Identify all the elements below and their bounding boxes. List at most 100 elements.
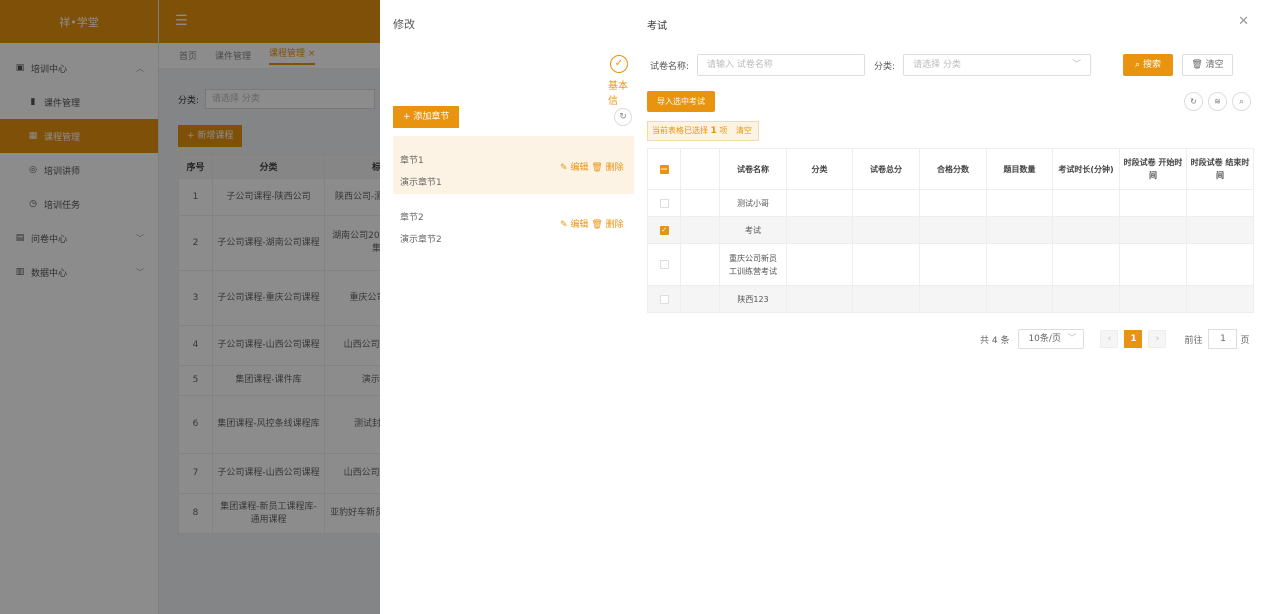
selection-clear-link[interactable]: 清空 bbox=[736, 126, 752, 135]
paper-name-input[interactable]: 请输入 试卷名称 bbox=[697, 54, 866, 76]
refresh-icon[interactable]: ↻ bbox=[1184, 92, 1203, 111]
chapter-delete-button[interactable]: 删除 bbox=[606, 220, 624, 230]
row-checkbox[interactable] bbox=[659, 260, 669, 269]
paper-name-cell: 重庆公司新员工训练营考试 bbox=[719, 243, 787, 286]
close-icon[interactable]: ✕ bbox=[1238, 14, 1249, 29]
category-placeholder: 请选择 分类 bbox=[913, 60, 961, 70]
total-count: 共 4 条 bbox=[980, 335, 1010, 346]
edit-icon: ✎ bbox=[560, 220, 568, 230]
cell bbox=[986, 216, 1053, 244]
table-row[interactable]: 陕西123 bbox=[647, 285, 1254, 313]
column-header: 试卷名称 bbox=[719, 148, 787, 190]
table-row[interactable]: ✓ 考试 bbox=[647, 216, 1254, 244]
table-row[interactable]: 重庆公司新员工训练营考试 bbox=[647, 243, 1254, 286]
search-icon[interactable]: ⌕ bbox=[1232, 92, 1251, 111]
page-number-current[interactable]: 1 bbox=[1124, 330, 1143, 348]
import-selected-button[interactable]: 导入选中考试 bbox=[647, 91, 715, 112]
pagination: 共 4 条 10条/页 ﹀ ‹ 1 › 前往 1 页 bbox=[980, 329, 1249, 349]
add-chapter-button[interactable]: + 添加章节 bbox=[393, 106, 460, 128]
cell bbox=[1186, 189, 1254, 217]
column-header: 分类 bbox=[786, 148, 853, 190]
paper-name-cell: 考试 bbox=[719, 216, 787, 244]
exam-dialog: 考试 ✕ 试卷名称: 请输入 试卷名称 分类: 请选择 分类 ﹀ ⌕ 搜索 🗑 清… bbox=[634, 0, 1267, 614]
cell bbox=[919, 216, 987, 244]
exam-table: — 试卷名称 分类 试卷总分 合格分数 题目数量 考试时长(分钟) 时段试卷 开… bbox=[647, 148, 1254, 313]
cell bbox=[986, 285, 1053, 313]
select-all-checkbox[interactable]: — bbox=[659, 164, 669, 174]
search-button[interactable]: ⌕ 搜索 bbox=[1123, 54, 1173, 76]
selection-prefix: 当前表格已选择 bbox=[652, 126, 708, 135]
clear-button[interactable]: 🗑 清空 bbox=[1182, 54, 1233, 76]
cell bbox=[1119, 243, 1187, 286]
cell bbox=[1052, 285, 1120, 313]
search-form: 试卷名称: 请输入 试卷名称 分类: 请选择 分类 ﹀ bbox=[650, 54, 1092, 76]
cell bbox=[1186, 216, 1254, 244]
cell bbox=[1119, 216, 1187, 244]
columns-icon[interactable]: ≋ bbox=[1208, 92, 1227, 111]
row-checkbox[interactable] bbox=[659, 198, 669, 208]
cell bbox=[919, 243, 987, 286]
edit-icon: ✎ bbox=[560, 163, 568, 173]
cell bbox=[786, 189, 853, 217]
cell bbox=[1119, 189, 1187, 217]
column-header: 题目数量 bbox=[986, 148, 1053, 190]
paper-name-cell: 测试小哥 bbox=[719, 189, 787, 217]
column-header: 合格分数 bbox=[919, 148, 987, 190]
edit-drawer: 修改 ✓ 基本信 + 添加章节 ↻ 章节1 演示章节1 ✎ 编辑 🗑 删除 章节… bbox=[380, 0, 634, 614]
selection-info: 当前表格已选择 1 项 清空 bbox=[647, 121, 759, 141]
chapter-actions: ✎ 编辑 🗑 删除 bbox=[560, 217, 624, 230]
cell bbox=[1186, 243, 1254, 286]
chapter-edit-button[interactable]: 编辑 bbox=[570, 220, 588, 230]
row-checkbox[interactable]: ✓ bbox=[659, 225, 669, 235]
row-select-cell[interactable] bbox=[647, 285, 681, 313]
column-header: 考试时长(分钟) bbox=[1052, 148, 1120, 190]
page-size-select[interactable]: 10条/页 ﹀ bbox=[1018, 329, 1085, 349]
cell bbox=[852, 243, 920, 286]
search-icon: ⌕ bbox=[1135, 60, 1143, 70]
chapter-delete-button[interactable]: 删除 bbox=[606, 163, 624, 173]
page-unit: 页 bbox=[1240, 335, 1250, 346]
category-label: 分类: bbox=[874, 61, 896, 72]
cell bbox=[919, 189, 987, 217]
clear-button-label: 清空 bbox=[1205, 60, 1224, 70]
prev-page-button[interactable]: ‹ bbox=[1100, 330, 1119, 348]
next-page-button[interactable]: › bbox=[1148, 330, 1167, 348]
select-all-cell[interactable]: — bbox=[647, 148, 681, 190]
cell bbox=[986, 243, 1053, 286]
chapter-edit-button[interactable]: 编辑 bbox=[570, 163, 588, 173]
column-header: 时段试卷 开始时间 bbox=[1119, 148, 1187, 190]
selection-count: 1 bbox=[710, 126, 717, 136]
cell bbox=[786, 216, 853, 244]
dialog-title: 考试 bbox=[647, 21, 667, 32]
table-tools: ↻ ≋ ⌕ bbox=[1184, 92, 1251, 111]
column-header bbox=[680, 148, 720, 190]
cell bbox=[680, 285, 720, 313]
step-label: 基本信 bbox=[608, 81, 628, 107]
chapter-desc: 演示章节1 bbox=[400, 178, 442, 188]
page-size-value: 10条/页 bbox=[1028, 334, 1061, 344]
delete-icon: 🗑 bbox=[591, 220, 603, 230]
row-checkbox[interactable] bbox=[659, 294, 669, 304]
chapter-name: 章节2 bbox=[400, 213, 424, 223]
cell bbox=[680, 189, 720, 217]
step-check-icon: ✓ bbox=[610, 55, 628, 73]
chevron-down-icon: ﹀ bbox=[1072, 60, 1082, 70]
search-button-label: 搜索 bbox=[1142, 60, 1161, 70]
cell bbox=[852, 285, 920, 313]
table-row[interactable]: 测试小哥 bbox=[647, 189, 1254, 217]
cell bbox=[1052, 216, 1120, 244]
paper-name-cell: 陕西123 bbox=[719, 285, 787, 313]
row-select-cell[interactable] bbox=[647, 243, 681, 286]
goto-page-input[interactable]: 1 bbox=[1208, 329, 1238, 349]
drawer-title: 修改 bbox=[393, 18, 415, 31]
cell bbox=[919, 285, 987, 313]
goto-label: 前往 bbox=[1184, 335, 1203, 346]
cell bbox=[1186, 285, 1254, 313]
chapter-actions: ✎ 编辑 🗑 删除 bbox=[560, 160, 624, 173]
paper-name-label: 试卷名称: bbox=[650, 61, 690, 72]
refresh-icon[interactable]: ↻ bbox=[614, 108, 632, 126]
row-select-cell[interactable]: ✓ bbox=[647, 216, 681, 244]
row-select-cell[interactable] bbox=[647, 189, 681, 217]
delete-icon: 🗑 bbox=[591, 163, 603, 173]
category-select[interactable]: 请选择 分类 ﹀ bbox=[903, 54, 1092, 76]
